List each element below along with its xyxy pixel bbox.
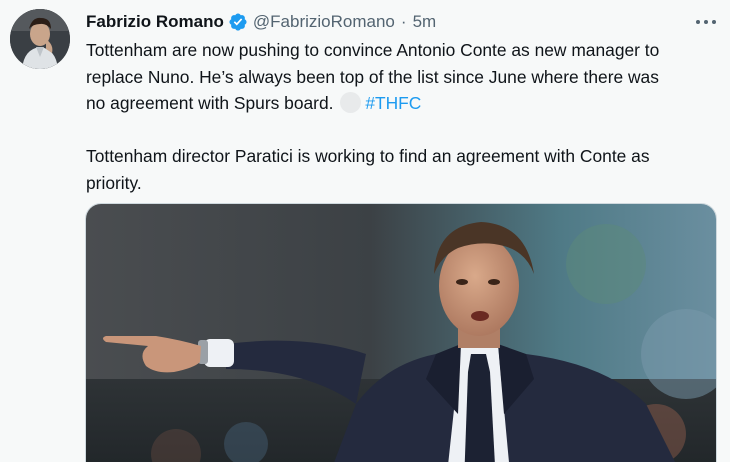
tweet-timestamp[interactable]: 5m (413, 12, 437, 32)
author-name[interactable]: Fabrizio Romano (86, 12, 224, 32)
emoji-icon (340, 92, 362, 113)
tweet-text-line: replace Nuno. He’s always been top of th… (86, 66, 659, 87)
tweet-header: Fabrizio Romano @FabrizioRomano · 5m (86, 11, 436, 33)
tweet-text-line: Tottenham are now pushing to convince An… (86, 40, 660, 60)
verified-badge-icon (229, 13, 247, 31)
header-separator: · (400, 12, 407, 31)
photo-antonio-conte (86, 204, 716, 462)
tweet-text-line: no agreement with Spurs board. #THFC (86, 90, 716, 117)
tweet-text-line: Tottenham director Paratici is working t… (86, 146, 650, 166)
avatar-image (10, 9, 70, 69)
tweet-text-segment: no agreement with Spurs board. (86, 93, 334, 113)
hashtag-link[interactable]: #THFC (365, 93, 421, 113)
tweet-text: Tottenham are now pushing to convince An… (86, 37, 716, 196)
more-dot (696, 20, 700, 24)
tweet[interactable]: Fabrizio Romano @FabrizioRomano · 5m Tot… (0, 0, 730, 462)
tweet-media-photo[interactable] (85, 203, 717, 462)
more-options-icon[interactable] (696, 12, 716, 32)
author-handle[interactable]: @FabrizioRomano (253, 12, 395, 32)
more-dot (712, 20, 716, 24)
tweet-text-line: priority. (86, 172, 142, 193)
author-avatar[interactable] (10, 9, 70, 69)
more-dot (704, 20, 708, 24)
